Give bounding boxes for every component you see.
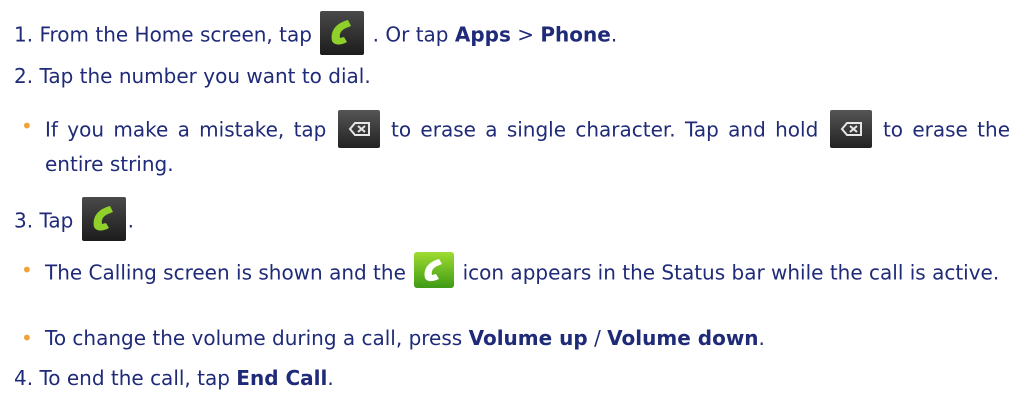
step-3: 3. Tap . — [14, 197, 1014, 244]
bullet-dot: • — [21, 114, 33, 138]
bullet-dot: • — [21, 258, 33, 282]
step-2: 2. Tap the number you want to dial. — [14, 64, 371, 88]
phone-dial-icon — [81, 197, 126, 241]
step-4: 4. To end the call, tap End Call. — [14, 366, 334, 390]
step-1: 1. From the Home screen, tap . Or tap Ap… — [14, 11, 1014, 58]
bullet-dot: • — [21, 326, 33, 350]
call-notification-icon — [414, 252, 455, 288]
bullet-3: • To change the volume during a call, pr… — [21, 326, 765, 350]
backspace-icon — [337, 110, 380, 148]
bullet-2: • The Calling screen is shown and the ic… — [21, 252, 1010, 292]
backspace-icon — [829, 110, 872, 148]
phone-dial-icon — [320, 11, 365, 55]
bullet-1: • If you make a mistake, tap to erase a … — [21, 110, 1010, 178]
